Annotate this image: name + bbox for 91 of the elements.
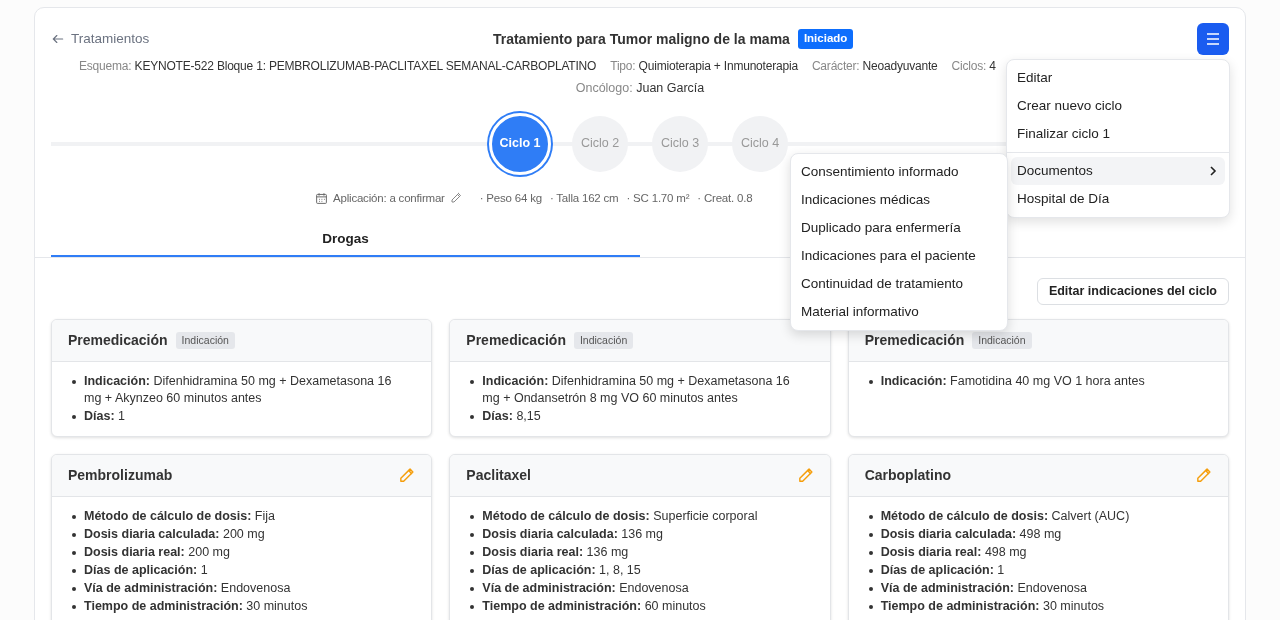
bullet-icon bbox=[72, 587, 76, 591]
calendar-icon bbox=[315, 191, 328, 205]
detail-text: Vía de administración: Endovenosa bbox=[84, 580, 291, 597]
detail-text: Dosis diaria real: 498 mg bbox=[880, 544, 1027, 561]
detail-text: Vía de administración: Endovenosa bbox=[482, 580, 689, 597]
back-link[interactable]: Tratamientos bbox=[51, 28, 150, 50]
bullet-icon bbox=[470, 533, 475, 537]
indication-badge: Indicación bbox=[175, 331, 235, 350]
menu-item[interactable]: Crear nuevo ciclo bbox=[1011, 92, 1225, 120]
meta-field: Ciclos: 4 bbox=[951, 57, 996, 75]
cycle-step[interactable]: Ciclo 1 bbox=[489, 112, 551, 175]
patient-stat: · Peso 64 kg bbox=[479, 190, 542, 206]
status-badge: Iniciado bbox=[797, 29, 854, 49]
detail-text: Dosis diaria calculada: 200 mg bbox=[84, 526, 265, 543]
submenu-item[interactable]: Duplicado para enfermería bbox=[791, 214, 1007, 242]
indication-badge: Indicación bbox=[972, 331, 1032, 350]
pencil-icon[interactable] bbox=[449, 192, 462, 205]
detail-text: Indicación: Difenhidramina 50 mg + Dexametasona 16 mg + Akynzeo 60 minutos antes bbox=[84, 373, 393, 407]
detail-text: Tiempo de administración: 60 minutos bbox=[482, 598, 706, 615]
tab[interactable]: Drogas bbox=[51, 223, 640, 257]
detail-text: Dosis diaria calculada: 498 mg bbox=[880, 526, 1062, 543]
detail-text: Dosis diaria real: 200 mg bbox=[84, 544, 230, 561]
submenu-item[interactable]: Indicaciones médicas bbox=[791, 186, 1007, 214]
bullet-icon bbox=[72, 605, 76, 609]
bullet-icon bbox=[868, 605, 873, 609]
patient-stat: · Creat. 0.8 bbox=[697, 190, 753, 206]
indication-badge: Indicación bbox=[573, 331, 634, 350]
detail-text: Método de cálculo de dosis: Calvert (AUC) bbox=[880, 508, 1130, 525]
bullet-icon bbox=[470, 380, 475, 384]
bullet-icon bbox=[72, 533, 76, 537]
patient-stat: · Talla 162 cm bbox=[549, 190, 619, 206]
bullet-icon bbox=[72, 515, 76, 519]
bullet-icon bbox=[868, 515, 873, 519]
card-title: Pembrolizumab bbox=[68, 466, 173, 485]
detail-text: Dosis diaria calculada: 136 mg bbox=[482, 526, 663, 543]
meta-field: Oncólogo: Juan García bbox=[575, 79, 705, 98]
detail-text: Días: 8,15 bbox=[482, 408, 541, 425]
page-title: Tratamiento para Tumor maligno de la mama bbox=[492, 29, 790, 49]
patient-stat: · SC 1.70 m² bbox=[626, 190, 690, 206]
detail-text: Dosis diaria real: 136 mg bbox=[482, 544, 629, 561]
submenu-item[interactable]: Indicaciones para el paciente bbox=[791, 242, 1007, 270]
card-title: Premedicación bbox=[466, 331, 566, 350]
bullet-icon bbox=[868, 569, 873, 573]
back-arrow-icon bbox=[51, 32, 65, 46]
edit-indications-button[interactable]: Editar indicaciones del ciclo bbox=[1036, 278, 1229, 305]
bullet-icon bbox=[868, 380, 873, 384]
bullet-icon bbox=[868, 587, 873, 591]
bullet-icon bbox=[72, 569, 76, 573]
bullet-icon bbox=[470, 587, 475, 591]
submenu-item[interactable]: Continuidad de tratamiento bbox=[791, 270, 1007, 298]
detail-text: Días: 1 bbox=[84, 408, 125, 425]
submenu-item[interactable]: Consentimiento informado bbox=[791, 158, 1007, 186]
menu-item[interactable]: Hospital de Día bbox=[1011, 185, 1225, 213]
submenu-item[interactable]: Material informativo bbox=[791, 298, 1007, 326]
menu-icon bbox=[1205, 31, 1221, 47]
card-title: Carboplatino bbox=[864, 466, 951, 485]
card-title: Premedicación bbox=[864, 331, 965, 350]
detail-text: Tiempo de administración: 30 minutos bbox=[84, 598, 308, 615]
detail-text: Método de cálculo de dosis: Superficie corporal bbox=[482, 508, 758, 525]
menu-button[interactable] bbox=[1197, 23, 1229, 55]
bullet-icon bbox=[868, 551, 873, 555]
detail-text: Días de aplicación: 1 bbox=[84, 562, 208, 579]
bullet-icon bbox=[470, 551, 475, 555]
detail-text: Días de aplicación: 1 bbox=[880, 562, 1005, 579]
bullet-icon bbox=[470, 415, 475, 419]
bullet-icon bbox=[72, 415, 76, 419]
meta-field: Tipo: Quimioterapia + Inmunoterapia bbox=[610, 57, 798, 75]
card-title: Paclitaxel bbox=[466, 466, 531, 485]
menu-item[interactable]: Finalizar ciclo 1 bbox=[1011, 120, 1225, 148]
meta-field: Carácter: Neoadyuvante bbox=[811, 57, 938, 75]
bullet-icon bbox=[72, 551, 76, 555]
detail-text: Días de aplicación: 1, 8, 15 bbox=[482, 562, 641, 579]
meta-field: Esquema: KEYNOTE-522 Bloque 1: PEMBROLIZUMAB-PACLITAXEL SEMANAL-CARBOPLATINO bbox=[79, 57, 597, 75]
application-date: Aplicación: a confirmar bbox=[333, 190, 445, 206]
detail-text: Indicación: Difenhidramina 50 mg + Dexametasona 16 mg + Ondansetrón 8 mg VO 60 minutos antes bbox=[482, 373, 791, 407]
pencil-icon[interactable] bbox=[398, 467, 416, 484]
bullet-icon bbox=[470, 569, 475, 573]
detail-text: Vía de administración: Endovenosa bbox=[880, 580, 1087, 597]
chevron-right-icon bbox=[1207, 165, 1219, 177]
detail-text: Método de cálculo de dosis: Fija bbox=[84, 508, 275, 525]
pencil-icon[interactable] bbox=[796, 467, 814, 484]
bullet-icon bbox=[470, 515, 475, 519]
detail-text: Indicación: Famotidina 40 mg VO 1 hora antes bbox=[880, 373, 1145, 390]
bullet-icon bbox=[868, 533, 873, 537]
menu-item[interactable]: Editar bbox=[1011, 64, 1225, 92]
bullet-icon bbox=[470, 605, 475, 609]
menu-item[interactable]: Documentos bbox=[1011, 157, 1225, 185]
pencil-icon[interactable] bbox=[1195, 467, 1212, 484]
detail-text: Tiempo de administración: 30 minutos bbox=[880, 598, 1105, 615]
bullet-icon bbox=[72, 380, 76, 384]
card-title: Premedicación bbox=[68, 331, 168, 350]
